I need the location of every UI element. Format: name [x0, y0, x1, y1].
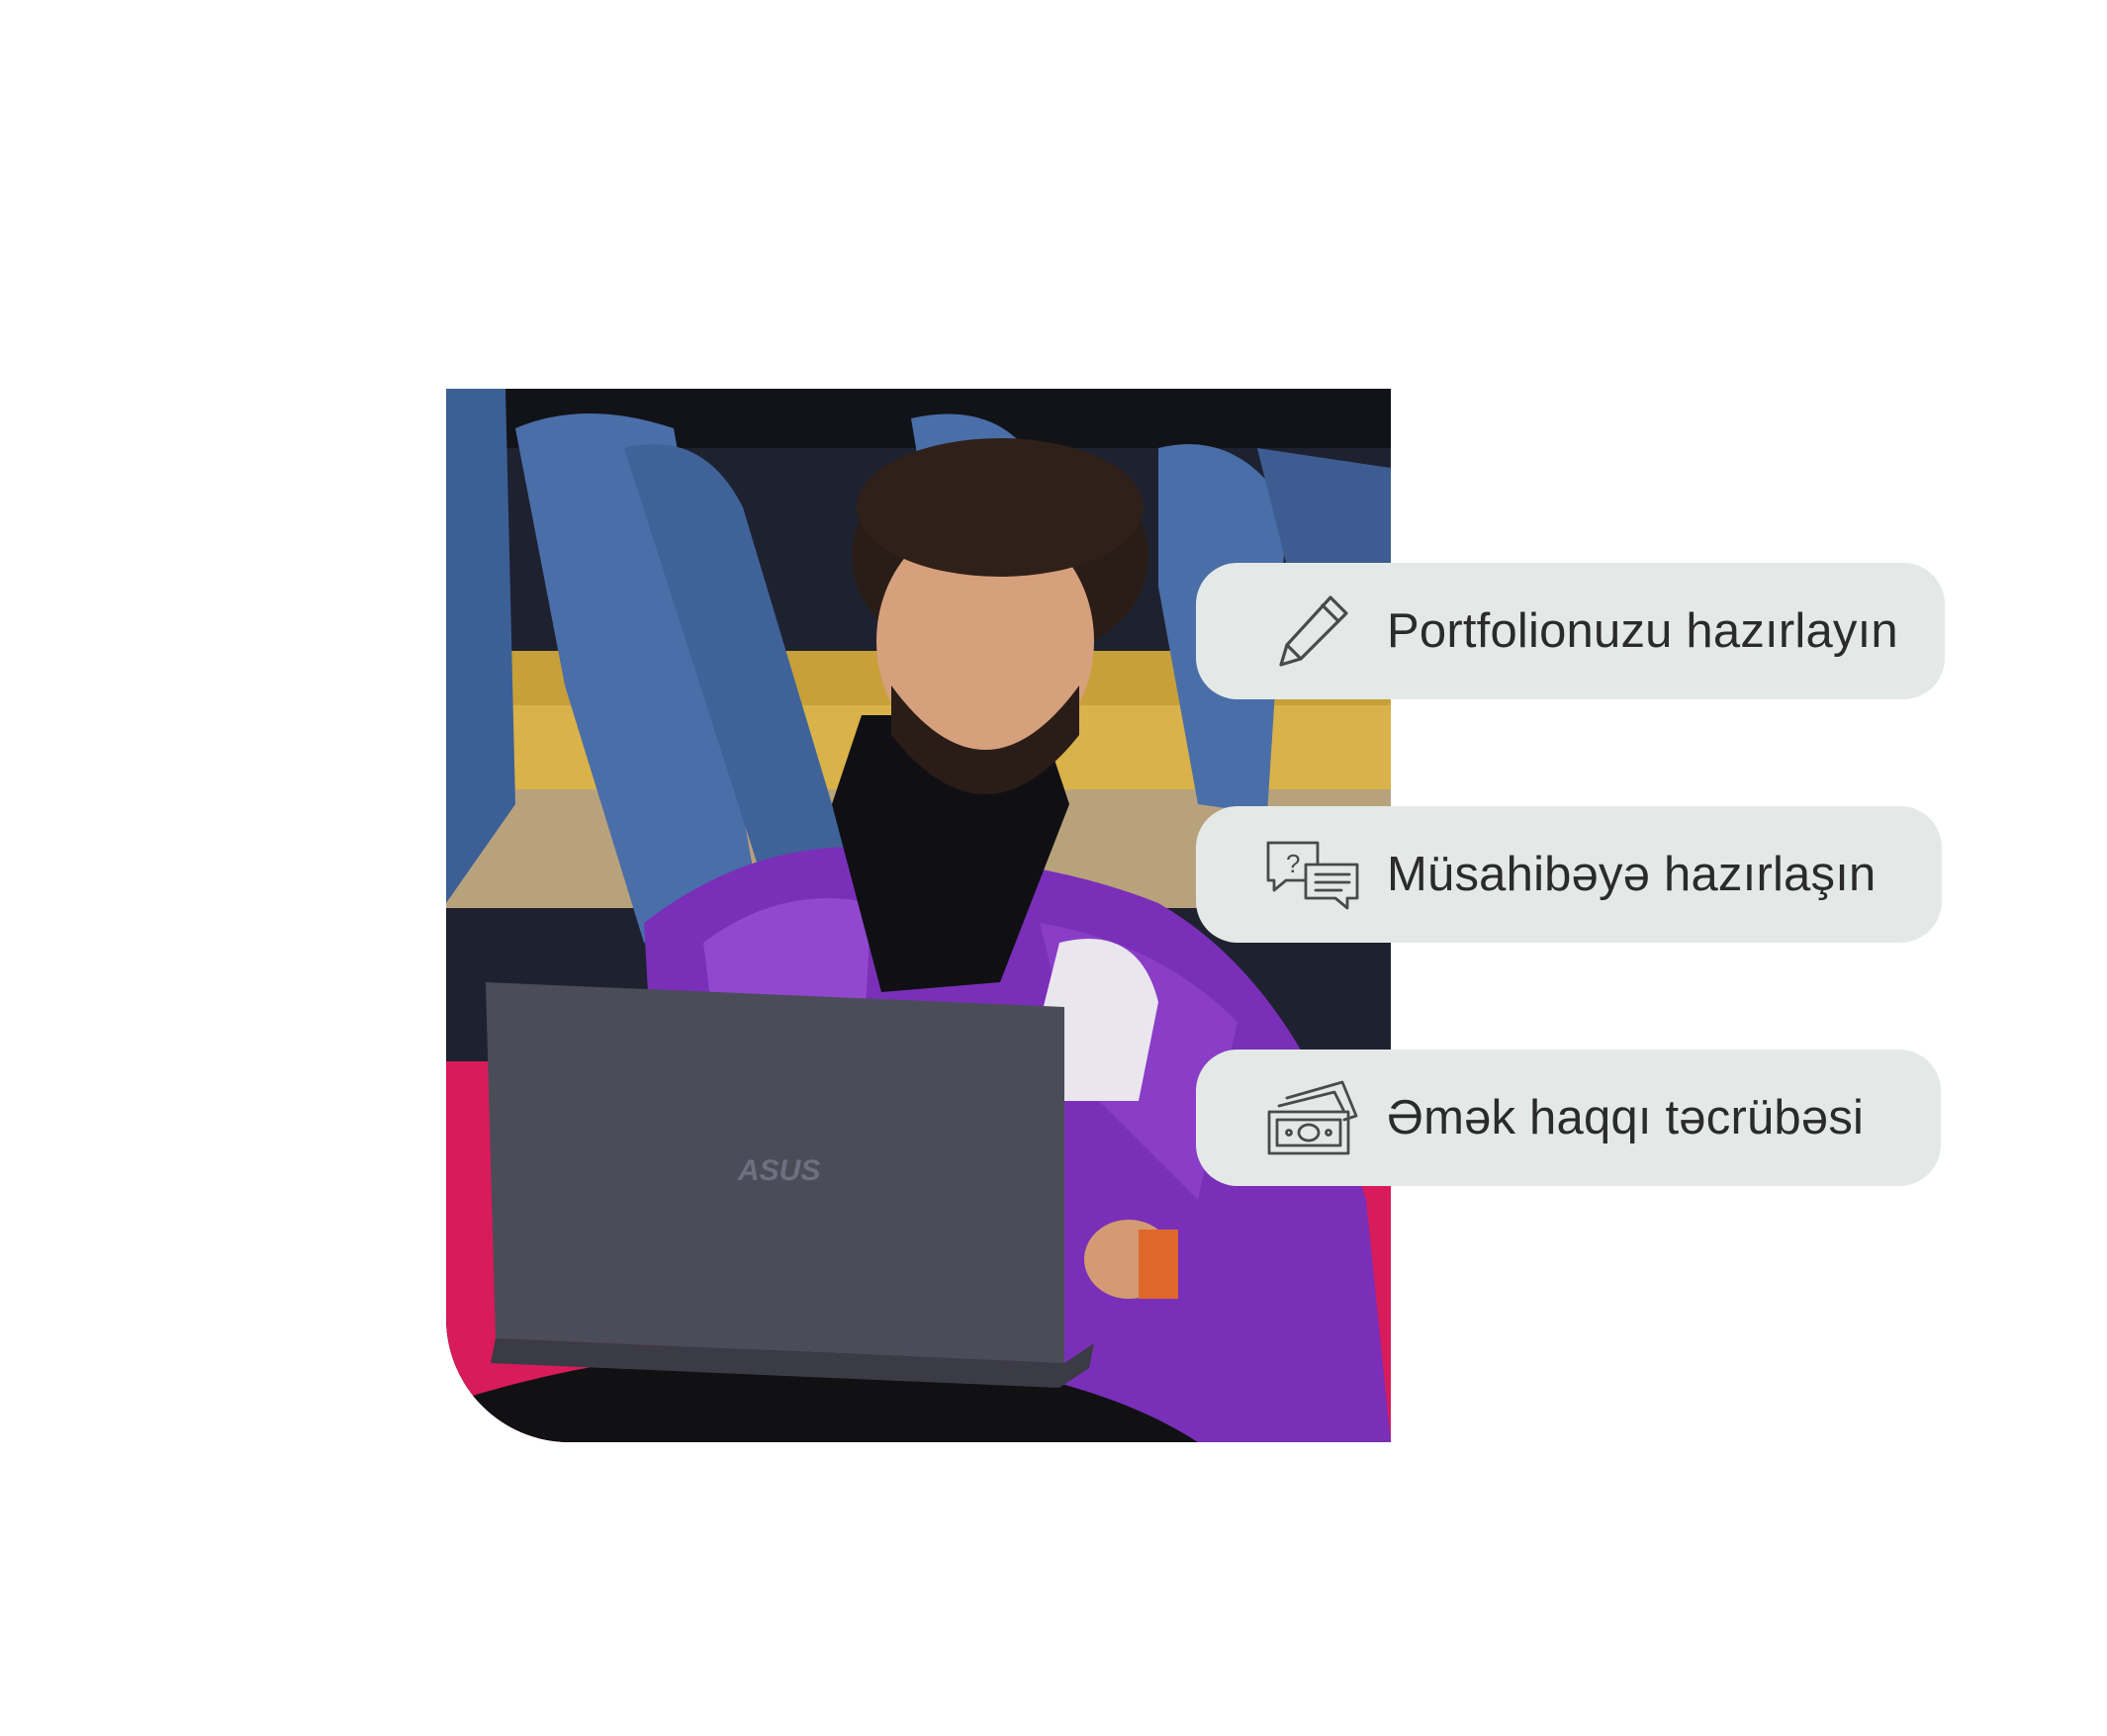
feature-salary[interactable]: Əmək haqqı təcrübəsi: [1196, 1050, 1941, 1186]
money-bills-icon: [1263, 1075, 1362, 1160]
feature-label: Əmək haqqı təcrübəsi: [1387, 1091, 1865, 1144]
svg-text:?: ?: [1286, 849, 1300, 878]
pencil-icon: [1263, 589, 1362, 674]
feature-interview[interactable]: ? Müsahibəyə hazırlaşın: [1196, 806, 1942, 943]
laptop-logo: ASUS: [737, 1154, 820, 1187]
feature-label: Müsahibəyə hazırlaşın: [1387, 848, 1877, 901]
feature-label: Portfolionuzu hazırlayın: [1387, 604, 1898, 658]
chat-question-icon: ?: [1263, 832, 1362, 917]
feature-portfolio[interactable]: Portfolionuzu hazırlayın: [1196, 563, 1945, 699]
